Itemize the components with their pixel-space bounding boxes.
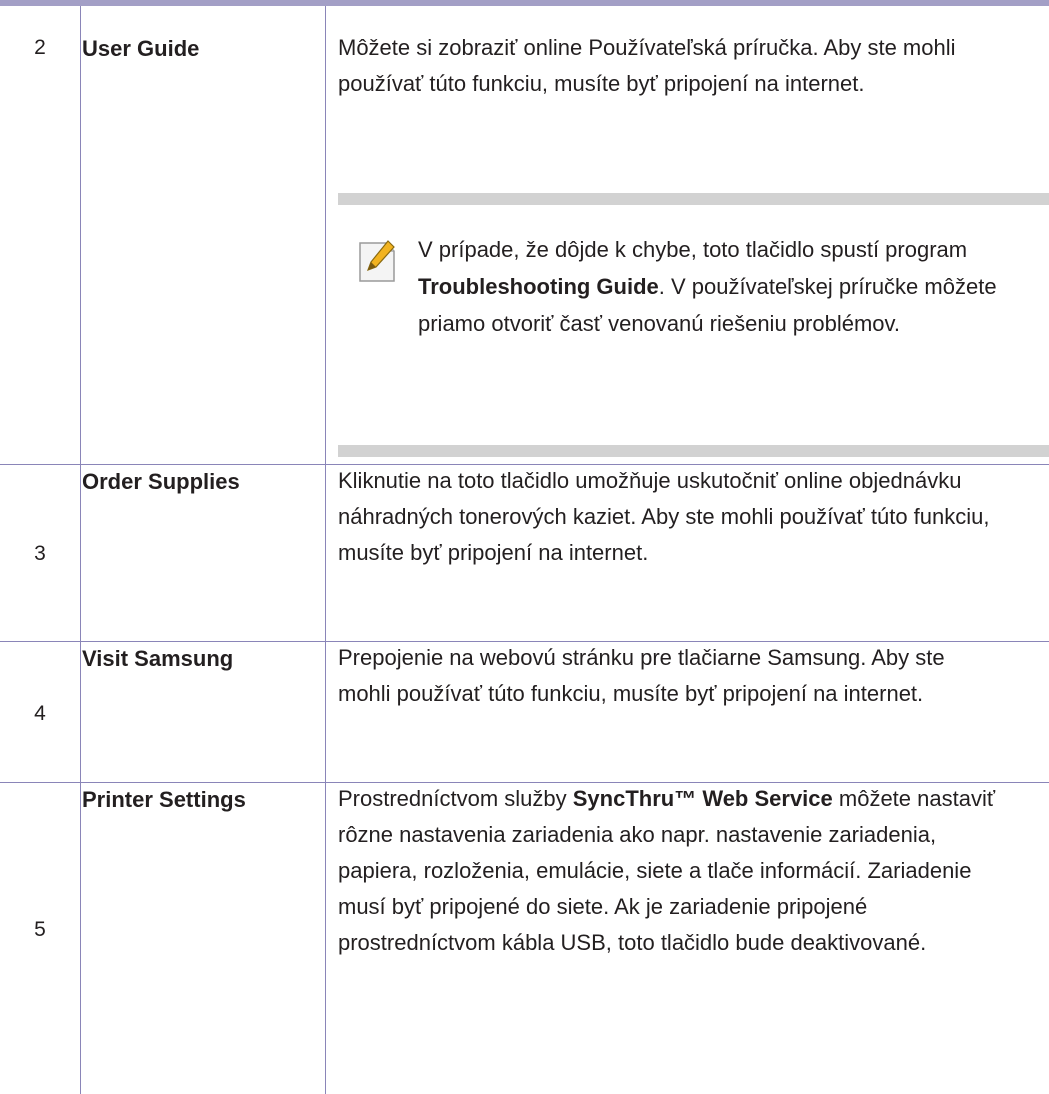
service-name: SyncThru™ Web Service — [572, 786, 833, 811]
row-description: Môžete si zobraziť online Používateľská … — [338, 35, 956, 96]
row-label: Visit Samsung — [82, 646, 234, 671]
note-pencil-icon — [358, 239, 398, 283]
row-number: 2 — [34, 36, 46, 59]
note-box: V prípade, že dôjde k chybe, toto tlačid… — [338, 193, 1049, 457]
row-number: 4 — [34, 702, 46, 725]
column-divider-number — [80, 6, 81, 1094]
note-bottom-bar — [338, 445, 1049, 457]
row-description: Prostredníctvom služby SyncThru™ Web Ser… — [338, 786, 996, 955]
note-bold-term: Troubleshooting Guide — [418, 274, 659, 299]
row-label: Printer Settings — [82, 787, 246, 812]
row-label: Order Supplies — [82, 469, 240, 494]
row-number: 5 — [34, 918, 46, 941]
note-text: V prípade, že dôjde k chybe, toto tlačid… — [418, 237, 997, 336]
row-description: Kliknutie na toto tlačidlo umožňuje usku… — [338, 468, 990, 565]
note-top-bar — [338, 193, 1049, 205]
row-number: 3 — [34, 542, 46, 565]
table-top-rule — [0, 0, 1049, 6]
row-description: Prepojenie na webovú stránku pre tlačiar… — [338, 645, 945, 706]
row-label: User Guide — [82, 36, 200, 61]
column-divider-label — [325, 6, 326, 1094]
